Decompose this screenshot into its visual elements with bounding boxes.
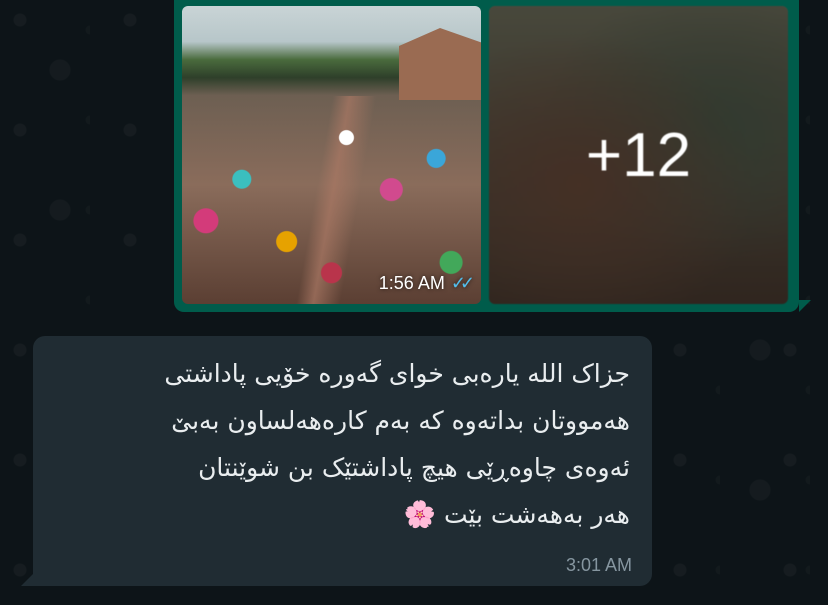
message-line: جزاک الله یارەبی خوای گەورە خۆیی پاداشتی	[164, 359, 630, 388]
message-timestamp: 3:01 AM	[565, 555, 632, 575]
message-line: ئەوەی چاوەڕێی هیچ پاداشتێک بن شوێنتان	[198, 453, 630, 482]
photo-building	[399, 28, 481, 100]
double-check-icon: ✓✓	[450, 273, 475, 293]
message-line: هەمووتان بداتەوە کە بەم کارەهەلساون بەبێ	[171, 406, 630, 435]
bubble-tail	[799, 300, 811, 312]
cherry-blossom-icon: 🌸	[403, 500, 436, 530]
message-text: جزاک الله یارەبی خوای گەورە خۆیی پاداشتی…	[55, 350, 630, 539]
media-time-text: 1:56 AM	[378, 273, 445, 293]
more-photos-count: +12	[489, 6, 788, 304]
more-photos-thumbnail[interactable]: +12	[489, 6, 788, 304]
media-timestamp: 1:56 AM ✓✓	[378, 273, 475, 294]
bubble-tail	[21, 574, 33, 586]
incoming-text-bubble[interactable]: جزاک الله یارەبی خوای گەورە خۆیی پاداشتی…	[33, 336, 652, 586]
message-line: هەر بەهەشت بێت	[443, 500, 630, 529]
photo-thumbnail[interactable]: 1:56 AM ✓✓	[182, 6, 481, 304]
